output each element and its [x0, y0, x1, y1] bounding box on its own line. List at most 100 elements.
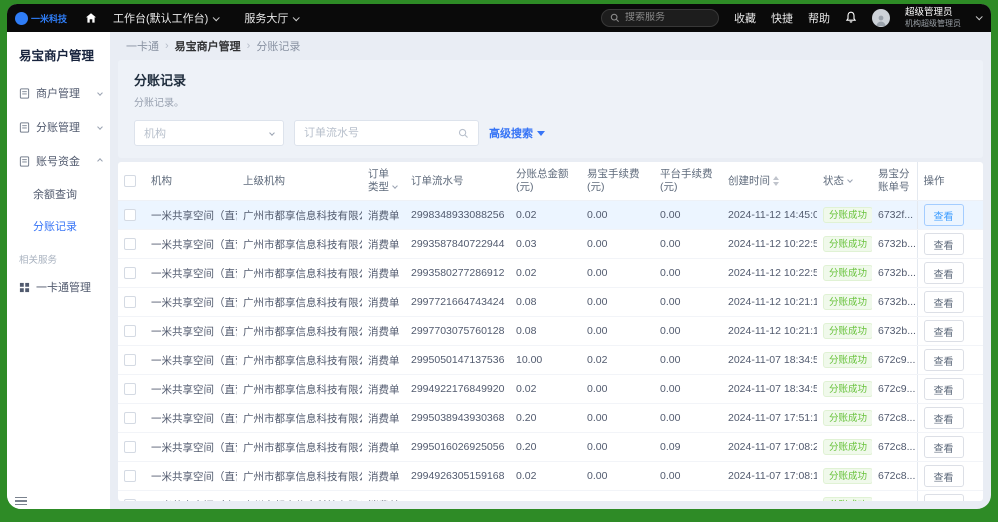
sort-icon[interactable] [773, 176, 779, 186]
total-amount-cell: 0.02 [510, 462, 581, 491]
sidebar-item-account-funds[interactable]: 账号资金 [7, 144, 110, 178]
parent-org-cell: 广州市都享信息科技有限公司 [237, 201, 362, 230]
table-row: 一米共享空间（直营）广州市都享信息科技有限公司消费单29983489330882… [118, 201, 983, 230]
platform-fee-cell: 0.00 [654, 259, 722, 288]
service-search-input[interactable] [625, 12, 705, 23]
shortcuts-link[interactable]: 快捷 [771, 10, 793, 26]
row-checkbox[interactable] [124, 441, 136, 453]
service-hall-menu[interactable]: 服务大厅 [244, 10, 298, 26]
row-checkbox[interactable] [124, 296, 136, 308]
view-button[interactable]: 查看 [924, 378, 964, 400]
view-button[interactable]: 查看 [924, 320, 964, 342]
org-cell: 一米共享空间（直营） [145, 259, 237, 288]
order-type-cell: 消费单 [362, 201, 405, 230]
column-header-label: 操作 [924, 175, 945, 187]
yeepay-fee-cell: 0.00 [581, 259, 654, 288]
status-badge: 分账成功 [823, 468, 872, 484]
view-button[interactable]: 查看 [924, 204, 964, 226]
sidebar-item-merchant-mgmt[interactable]: 商户管理 [7, 76, 110, 110]
breadcrumb-item[interactable]: 易宝商户管理 [175, 38, 241, 54]
advanced-search-link[interactable]: 高级搜索 [489, 125, 545, 141]
order-type-cell: 消费单 [362, 259, 405, 288]
row-checkbox[interactable] [124, 499, 136, 501]
view-button[interactable]: 查看 [924, 465, 964, 487]
document-icon [19, 88, 30, 99]
chevron-down-icon [97, 124, 103, 130]
created-time-cell: 2024-11-12 10:22:57 [722, 230, 817, 259]
parent-org-cell: 广州市都享信息科技有限公司 [237, 346, 362, 375]
view-button[interactable]: 查看 [924, 407, 964, 429]
brand-logo[interactable]: 一米科技 [15, 12, 67, 25]
platform-fee-cell: 0.00 [654, 462, 722, 491]
total-amount-cell: 0.20 [510, 433, 581, 462]
select-all-checkbox[interactable] [124, 175, 136, 187]
sidebar-collapse-icon[interactable] [15, 495, 27, 508]
home-icon[interactable] [85, 12, 97, 24]
org-select[interactable]: 机构 [134, 120, 284, 146]
column-header: 机构 [145, 162, 237, 201]
order-no-cell: 2994922176849920 [405, 375, 510, 404]
records-table-card: 机构上级机构订单类型订单流水号分账总金额(元)易宝手续费(元)平台手续费(元)创… [118, 162, 983, 501]
user-avatar[interactable] [872, 9, 890, 27]
column-header-label: 平台手续费(元) [660, 168, 713, 193]
parent-org-cell: 广州市都享信息科技有限公司 [237, 491, 362, 501]
column-header[interactable]: 状态 [817, 162, 872, 201]
favorites-link[interactable]: 收藏 [734, 10, 756, 26]
chevron-down-icon [269, 130, 275, 136]
platform-fee-cell: 0.00 [654, 404, 722, 433]
view-button[interactable]: 查看 [924, 436, 964, 458]
bell-icon[interactable] [845, 11, 857, 24]
order-no-input[interactable] [304, 127, 452, 139]
breadcrumb-separator: › [247, 40, 251, 52]
view-button[interactable]: 查看 [924, 349, 964, 371]
order-type-cell: 消费单 [362, 346, 405, 375]
chevron-down-icon [847, 177, 853, 183]
row-checkbox[interactable] [124, 238, 136, 250]
total-amount-cell: 0.08 [510, 317, 581, 346]
parent-org-cell: 广州市都享信息科技有限公司 [237, 375, 362, 404]
table-header-row: 机构上级机构订单类型订单流水号分账总金额(元)易宝手续费(元)平台手续费(元)创… [118, 162, 983, 201]
total-amount-cell: 30.00 [510, 491, 581, 501]
org-cell: 一米共享空间（直营） [145, 433, 237, 462]
advanced-search-label: 高级搜索 [489, 125, 533, 141]
sidebar-item-split-mgmt[interactable]: 分账管理 [7, 110, 110, 144]
org-cell: 一米共享空间（直营） [145, 375, 237, 404]
service-search-box[interactable] [601, 9, 719, 27]
total-amount-cell: 0.20 [510, 404, 581, 433]
workspace-menu[interactable]: 工作台(默认工作台) [113, 10, 218, 26]
row-checkbox[interactable] [124, 412, 136, 424]
column-header[interactable]: 订单类型 [362, 162, 405, 201]
row-checkbox[interactable] [124, 470, 136, 482]
column-header: 易宝分账单号 [872, 162, 917, 201]
view-button[interactable]: 查看 [924, 494, 964, 501]
split-no-cell: 6732b... [872, 230, 917, 259]
order-type-cell: 消费单 [362, 491, 405, 501]
platform-fee-cell: 0.00 [654, 346, 722, 375]
view-button[interactable]: 查看 [924, 262, 964, 284]
sidebar-item-balance-query[interactable]: 余额查询 [7, 178, 110, 210]
sidebar-item-split-records[interactable]: 分账记录 [7, 210, 110, 242]
row-checkbox[interactable] [124, 325, 136, 337]
user-info[interactable]: 超级管理员 机构超级管理员 [905, 8, 961, 28]
sidebar-item-label: 商户管理 [36, 85, 92, 101]
parent-org-cell: 广州市都享信息科技有限公司 [237, 230, 362, 259]
row-checkbox[interactable] [124, 383, 136, 395]
table-row: 一米共享空间（直营）广州市都享信息科技有限公司消费单29948653177671… [118, 491, 983, 501]
total-amount-cell: 10.00 [510, 346, 581, 375]
row-checkbox[interactable] [124, 209, 136, 221]
org-cell: 一米共享空间（直营） [145, 462, 237, 491]
column-header-label: 上级机构 [243, 175, 285, 187]
sidebar-item-onecard-mgmt[interactable]: 一卡通管理 [7, 270, 110, 304]
platform-fee-cell: 0.09 [654, 433, 722, 462]
column-header[interactable]: 创建时间 [722, 162, 817, 201]
row-checkbox[interactable] [124, 267, 136, 279]
table-row: 一米共享空间（直营）广州市都享信息科技有限公司消费单29977216647434… [118, 288, 983, 317]
help-link[interactable]: 帮助 [808, 10, 830, 26]
view-button[interactable]: 查看 [924, 291, 964, 313]
org-cell: 一米共享空间（直营） [145, 317, 237, 346]
view-button[interactable]: 查看 [924, 233, 964, 255]
breadcrumb-item[interactable]: 一卡通 [126, 38, 159, 54]
row-checkbox[interactable] [124, 354, 136, 366]
column-header-label: 易宝手续费(元) [587, 168, 640, 193]
column-header-label: 订单类型 [368, 168, 389, 193]
